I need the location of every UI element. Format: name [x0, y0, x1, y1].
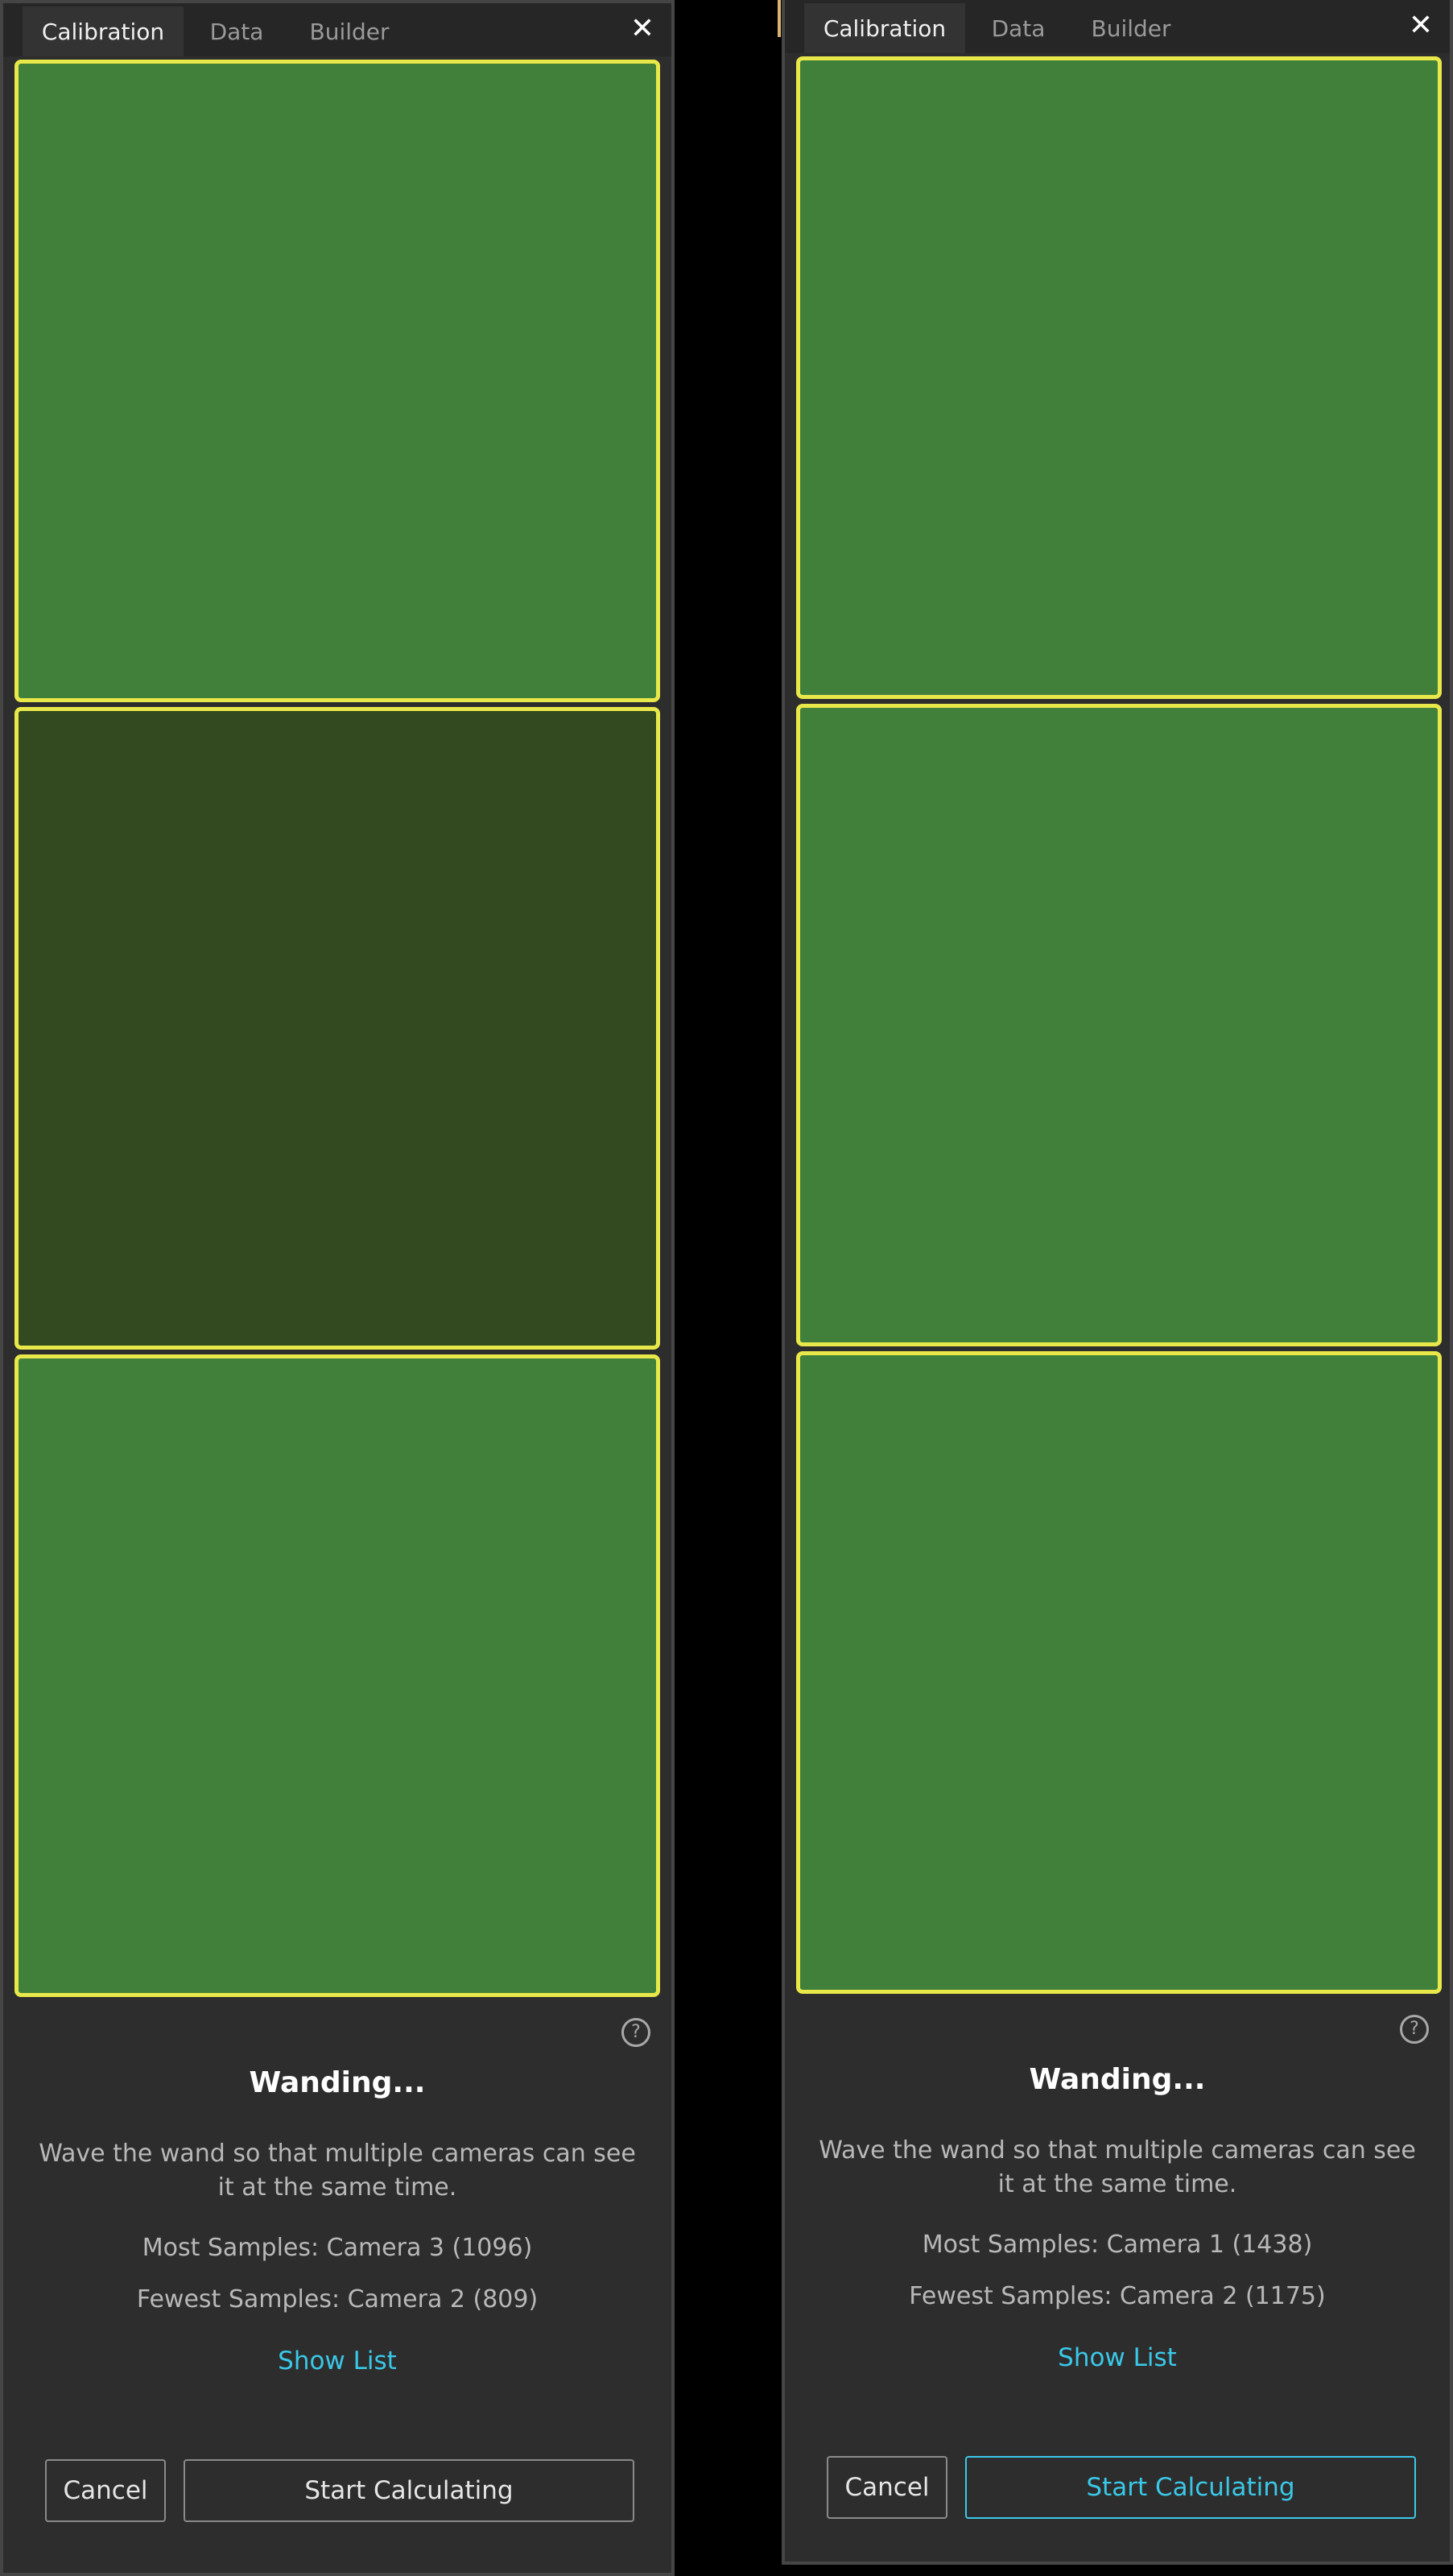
- status-description: Wave the wand so that multiple cameras c…: [39, 2140, 636, 2202]
- calibration-panel-left: Calibration Data Builder ✕ ? Wanding... …: [0, 0, 675, 2576]
- close-icon[interactable]: ✕: [1406, 11, 1435, 40]
- camera-tile-2[interactable]: [796, 704, 1442, 1346]
- fewest-samples-text: Fewest Samples: Camera 2 (809): [136, 2285, 539, 2313]
- status-title: Wanding...: [249, 2066, 426, 2099]
- camera-tile-1[interactable]: [796, 56, 1442, 699]
- tab-builder[interactable]: Builder: [1075, 3, 1187, 53]
- start-calculating-button[interactable]: Start Calculating: [184, 2459, 634, 2522]
- start-calculating-button[interactable]: Start Calculating: [965, 2456, 1416, 2519]
- tab-data[interactable]: Data: [970, 3, 1067, 53]
- status-description: Wave the wand so that multiple cameras c…: [819, 2136, 1416, 2198]
- help-icon[interactable]: ?: [621, 2018, 650, 2047]
- fewest-samples-text: Fewest Samples: Camera 2 (1175): [909, 2282, 1326, 2310]
- tab-bar: Calibration Data Builder ✕: [3, 3, 671, 56]
- calibration-panel-right: Calibration Data Builder ✕ ? Wanding... …: [782, 0, 1453, 2565]
- window-edge-accent: [778, 0, 781, 37]
- cancel-button[interactable]: Cancel: [45, 2459, 166, 2522]
- tab-calibration[interactable]: Calibration: [23, 6, 184, 56]
- tab-bar: Calibration Data Builder ✕: [785, 0, 1450, 53]
- camera-tile-3[interactable]: [14, 1354, 660, 1997]
- most-samples-text: Most Samples: Camera 1 (1438): [922, 2231, 1313, 2259]
- camera-tile-2[interactable]: [14, 707, 660, 1350]
- help-icon[interactable]: ?: [1400, 2015, 1429, 2044]
- tab-builder[interactable]: Builder: [293, 6, 406, 56]
- camera-tile-1[interactable]: [14, 60, 660, 702]
- most-samples-text: Most Samples: Camera 3 (1096): [142, 2234, 533, 2262]
- show-list-link[interactable]: Show List: [785, 2343, 1450, 2372]
- close-icon[interactable]: ✕: [628, 14, 657, 43]
- status-title: Wanding...: [1029, 2063, 1206, 2096]
- tab-calibration[interactable]: Calibration: [804, 3, 965, 53]
- cancel-button[interactable]: Cancel: [827, 2456, 947, 2519]
- tab-data[interactable]: Data: [188, 6, 285, 56]
- show-list-link[interactable]: Show List: [3, 2347, 671, 2375]
- camera-tile-3[interactable]: [796, 1351, 1442, 1994]
